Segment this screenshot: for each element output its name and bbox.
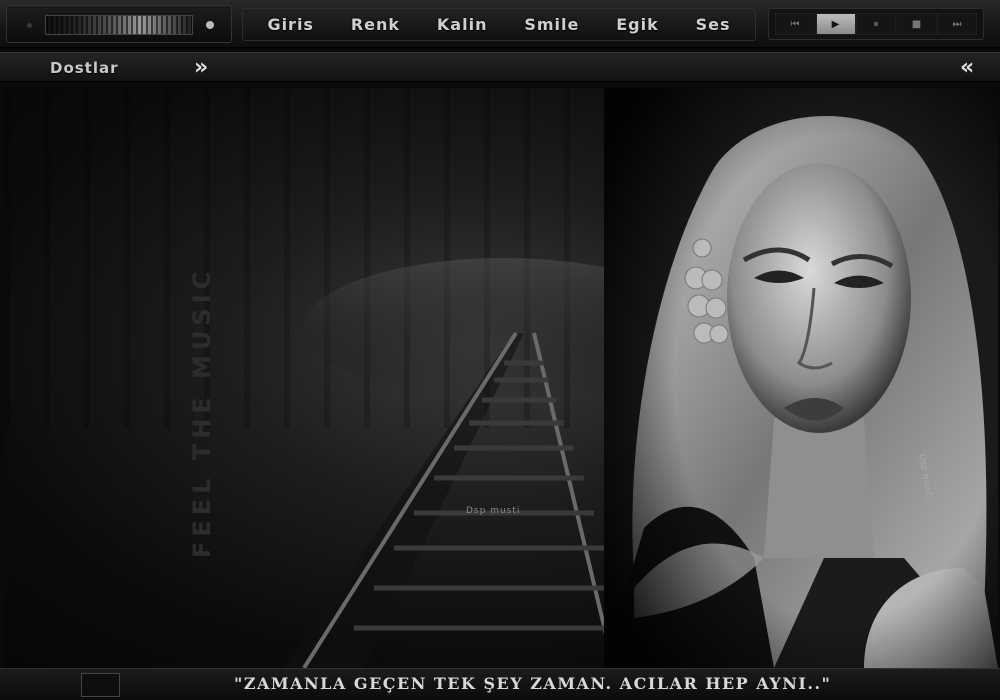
top-bar: Giris Renk Kalin Smile Egik Ses ⏮ ▶ ⏸ ■ … <box>0 0 1000 48</box>
woman-portrait-image <box>604 88 998 668</box>
main-menu: Giris Renk Kalin Smile Egik Ses <box>242 8 756 41</box>
menu-item-giris[interactable]: Giris <box>267 15 314 34</box>
scrolling-quote: "ZAMANLA GEÇEN TEK ŞEY ZAMAN. ACILAR HEP… <box>234 674 832 693</box>
background-image: FEEL THE MUSIC Dsp musti Dsp musti <box>4 88 998 668</box>
pause-icon: ⏸ <box>873 18 879 30</box>
menu-item-ses[interactable]: Ses <box>696 15 731 34</box>
volume-knob[interactable] <box>206 21 214 29</box>
previous-button[interactable]: ⏮ <box>775 13 815 35</box>
led-indicator <box>27 23 32 28</box>
media-player-controls: ⏮ ▶ ⏸ ■ ⏭ <box>768 8 984 40</box>
watermark: Dsp musti <box>466 506 521 516</box>
vertical-slogan: FEEL THE MUSIC <box>188 266 216 558</box>
next-button[interactable]: ⏭ <box>937 13 977 35</box>
menu-item-renk[interactable]: Renk <box>351 15 400 34</box>
equalizer-bar <box>45 15 193 35</box>
menu-item-kalin[interactable]: Kalin <box>437 15 488 34</box>
double-chevron-left-icon[interactable]: « <box>960 55 974 80</box>
double-chevron-right-icon[interactable]: » <box>194 55 208 80</box>
visualizer-panel <box>6 5 232 43</box>
pause-button[interactable]: ⏸ <box>856 13 896 35</box>
play-icon: ▶ <box>831 18 840 30</box>
stop-button[interactable]: ■ <box>896 13 937 35</box>
bottom-square-button[interactable] <box>81 673 120 697</box>
stop-icon: ■ <box>911 18 922 30</box>
play-button[interactable]: ▶ <box>815 13 856 35</box>
menu-item-smile[interactable]: Smile <box>524 15 579 34</box>
bottom-bar: "ZAMANLA GEÇEN TEK ŞEY ZAMAN. ACILAR HEP… <box>0 668 1000 700</box>
section-title: Dostlar <box>50 59 119 77</box>
section-bar: Dostlar » « <box>0 52 1000 82</box>
previous-icon: ⏮ <box>790 18 800 30</box>
next-icon: ⏭ <box>952 18 962 30</box>
menu-item-egik[interactable]: Egik <box>616 15 659 34</box>
